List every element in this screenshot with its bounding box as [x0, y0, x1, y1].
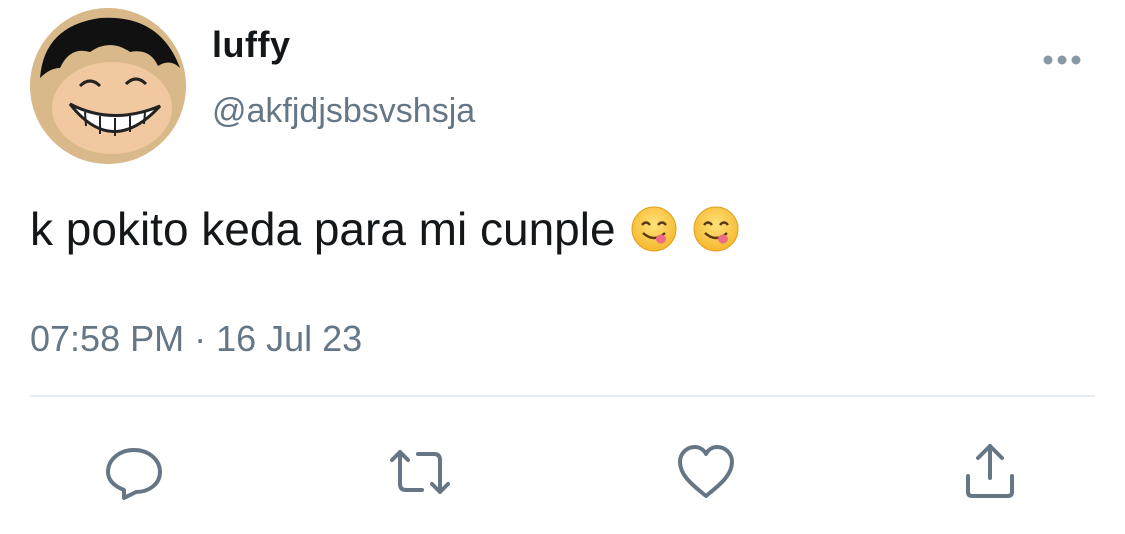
- face-savoring-food-emoji-1: [630, 205, 678, 253]
- divider: [30, 395, 1095, 397]
- share-icon: [966, 444, 1014, 498]
- user-handle[interactable]: @akfjdjsbsvshsja: [212, 92, 475, 131]
- reply-button[interactable]: [102, 440, 166, 504]
- tweet-text-content: k pokito keda para mi cunple: [30, 203, 616, 255]
- tweet-timestamp[interactable]: 07:58 PM · 16 Jul 23: [30, 318, 362, 360]
- retweet-button[interactable]: [388, 440, 452, 504]
- heart-icon: [678, 445, 734, 498]
- avatar-luffy-image: [30, 8, 186, 164]
- reply-icon: [106, 448, 162, 500]
- retweet-icon: [390, 450, 450, 494]
- tweet-text: k pokito keda para mi cunple: [30, 202, 740, 256]
- like-button[interactable]: [674, 440, 738, 504]
- avatar[interactable]: [30, 8, 186, 164]
- more-icon[interactable]: [1040, 50, 1084, 70]
- face-savoring-food-emoji-2: [692, 205, 740, 253]
- display-name[interactable]: luffy: [212, 24, 291, 66]
- share-button[interactable]: [958, 440, 1022, 504]
